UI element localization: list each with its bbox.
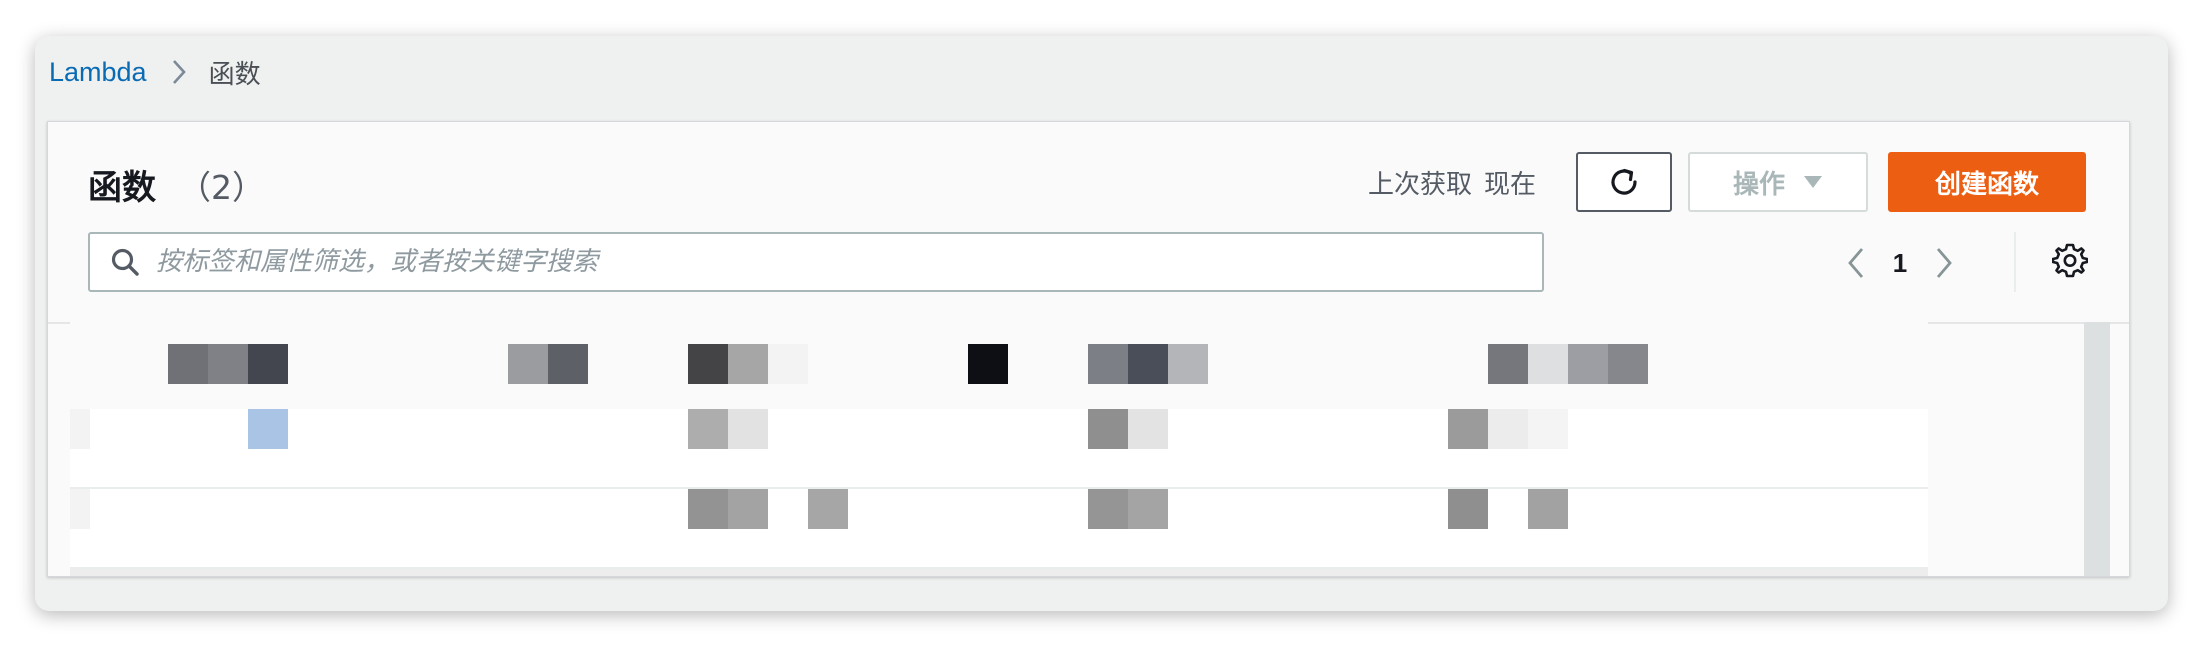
blurred-cell [248, 344, 288, 384]
actions-dropdown[interactable]: 操作 [1688, 152, 1868, 212]
create-function-button[interactable]: 创建函数 [1888, 152, 2086, 212]
last-fetched-value: 现在 [1484, 170, 1537, 200]
blurred-cell [688, 409, 728, 449]
blurred-cell [968, 344, 1008, 384]
breadcrumb: Lambda 函数 [49, 54, 261, 90]
chevron-right-icon [171, 58, 187, 86]
table-footer-line [70, 569, 1928, 576]
refresh-button[interactable] [1576, 152, 1672, 212]
blurred-cell [1528, 344, 1568, 384]
functions-panel: 函数 （2） 上次获取 现在 操作 创建函数 按标签和属性筛选，或者按关键字搜索… [47, 121, 2130, 577]
table-row[interactable] [70, 409, 1928, 489]
blurred-cell [168, 344, 208, 384]
panel-title-text: 函数 [88, 168, 156, 208]
actions-label: 操作 [1732, 169, 1785, 200]
blurred-cell [1608, 344, 1648, 384]
blurred-cell [1488, 344, 1528, 384]
blurred-cell [1528, 489, 1568, 529]
blurred-cell [508, 344, 548, 384]
blurred-cell [1528, 409, 1568, 449]
vertical-scrollbar[interactable] [2084, 322, 2110, 576]
chevron-left-icon[interactable] [1838, 246, 1874, 280]
blurred-cell [1568, 344, 1608, 384]
blurred-cell [70, 489, 90, 529]
blurred-cell [1088, 409, 1128, 449]
blurred-cell [1488, 409, 1528, 449]
refresh-icon [1606, 164, 1642, 200]
blurred-cell [1088, 344, 1128, 384]
functions-table [48, 322, 2129, 576]
blurred-cell [808, 489, 848, 529]
blurred-cell [728, 409, 768, 449]
last-fetched-label: 上次获取 [1368, 170, 1473, 200]
gear-icon[interactable] [2051, 242, 2089, 283]
blurred-cell [688, 344, 728, 384]
page-title: 函数 （2） [88, 160, 265, 209]
blurred-cell [208, 344, 248, 384]
function-count: （2） [178, 167, 265, 207]
breadcrumb-current: 函数 [208, 59, 261, 90]
blurred-cell [1128, 489, 1168, 529]
blurred-cell [1448, 489, 1488, 529]
search-field[interactable] [88, 232, 1544, 292]
blurred-cell [768, 344, 808, 384]
blurred-cell [728, 489, 768, 529]
lambda-console-window: Lambda 函数 函数 （2） 上次获取 现在 操作 创建函数 按标签和属性筛… [35, 36, 2168, 611]
chevron-right-icon[interactable] [1926, 246, 1962, 280]
page-number-current[interactable]: 1 [1874, 248, 1926, 279]
last-fetched: 上次获取 现在 [1368, 164, 1536, 201]
search-icon [110, 247, 140, 277]
table-row[interactable] [70, 489, 1928, 569]
blurred-cell [1088, 489, 1128, 529]
blurred-cell [1128, 344, 1168, 384]
blurred-cell [548, 344, 588, 384]
blurred-cell [728, 344, 768, 384]
search-input[interactable] [154, 246, 1542, 278]
table-header-row [70, 322, 1928, 408]
blurred-cell [688, 489, 728, 529]
pager-divider [2014, 232, 2016, 292]
pagination: 1 [1838, 238, 1962, 288]
breadcrumb-lambda-link[interactable]: Lambda [49, 57, 147, 88]
blurred-cell [1448, 409, 1488, 449]
caret-down-icon [1803, 175, 1823, 189]
blurred-cell [1168, 344, 1208, 384]
blurred-cell [70, 409, 90, 449]
blurred-cell [248, 409, 288, 449]
blurred-cell [1128, 409, 1168, 449]
